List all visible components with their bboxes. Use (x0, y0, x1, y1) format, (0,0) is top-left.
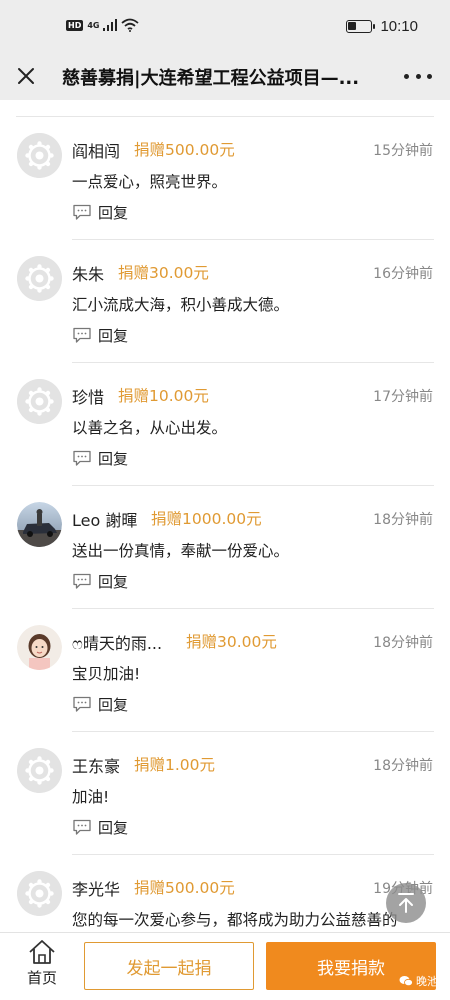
donation-amount: 捐赠30.00元 (186, 633, 277, 651)
comment-icon (73, 819, 91, 835)
donation-entry: 珍惜 捐赠10.00元 17分钟前以善之名，从心出发。回复 (0, 363, 450, 486)
hd-badge: HD (66, 19, 84, 31)
donation-feed[interactable]: 阎相闯 捐赠500.00元 15分钟前 一点爱心，照亮世界。 回复 朱朱 捐赠30.00元 1… (0, 100, 450, 932)
donation-entry: 李光华捐赠500.00元19分钟前您的每一次爱心参与，都将成为助力公益慈善的 (0, 855, 450, 932)
avatar[interactable] (17, 871, 62, 916)
more-dot-icon (404, 73, 409, 79)
more-dot-icon (427, 73, 432, 79)
more-dot-icon (415, 73, 421, 79)
timestamp: 15分钟前 (373, 143, 433, 159)
more-options-button[interactable] (404, 64, 432, 88)
avatar[interactable] (17, 625, 62, 670)
donation-amount: 捐赠30.00元 (118, 264, 209, 282)
donation-amount: 捐赠500.00元 (134, 141, 235, 159)
donor-name: ෆ晴天的雨... (72, 634, 163, 653)
status-bar: HD 4G 10:10 (0, 0, 450, 52)
scroll-to-top-button[interactable] (386, 883, 426, 923)
donation-entry: 王东豪 捐赠1.00元 18分钟前加油! 回复 (0, 732, 450, 855)
reply-button[interactable]: 回复 (72, 325, 128, 346)
bottom-bar: 首页 发起一起捐 我要捐款 晚池 (0, 932, 450, 1000)
timestamp: 17分钟前 (373, 389, 433, 405)
clock: 10:10 (380, 18, 418, 35)
donation-entry: 朱朱 捐赠30.00元 16分钟前汇小流成大海，积小善成大德。回复 (0, 240, 450, 363)
reply-label: 回复 (98, 450, 129, 468)
donation-message: 汇小流成大海，积小善成大德。 (72, 296, 290, 314)
avatar[interactable] (17, 748, 62, 793)
timestamp: 18分钟前 (373, 635, 433, 651)
donation-amount: 捐赠10.00元 (118, 387, 209, 405)
arrow-up-icon (398, 893, 414, 913)
donation-amount: 捐赠1.00元 (134, 756, 216, 774)
donor-name: 李光华 (72, 880, 121, 899)
donor-name: 朱朱 (72, 265, 105, 284)
donation-entry: Leo 謝暉 捐赠1000.00元 18分钟前送出一份真情，奉献一份爱心。回复 (0, 486, 450, 609)
donation-entry: 阎相闯 捐赠500.00元 15分钟前一点爱心，照亮世界。回复 (0, 117, 450, 240)
donor-name: 珍惜 (72, 388, 105, 407)
close-button[interactable] (10, 60, 42, 92)
donation-message: 您的每一次爱心参与，都将成为助力公益慈善的 (72, 911, 398, 929)
timestamp: 18分钟前 (373, 758, 433, 774)
home-icon (29, 940, 55, 964)
donation-message: 送出一份真情，奉献一份爱心。 (72, 542, 290, 560)
reply-label: 回复 (98, 327, 129, 345)
wechat-icon (399, 976, 413, 987)
donor-name: 王东豪 (72, 757, 121, 776)
avatar[interactable] (17, 502, 62, 547)
avatar[interactable] (17, 379, 62, 424)
donor-name: Leo 謝暉 (72, 511, 138, 530)
timestamp: 18分钟前 (373, 512, 433, 528)
comment-icon (73, 204, 91, 220)
reply-label: 回复 (98, 819, 129, 837)
home-label: 首页 (26, 969, 57, 987)
reply-button[interactable]: 回复 (72, 448, 128, 469)
watermark: 晚池 (399, 973, 438, 989)
network-label: 4G (87, 20, 100, 30)
reply-button[interactable]: 回复 (72, 817, 128, 838)
page-title: 慈善募捐|大连希望工程公益项目—... (62, 68, 360, 89)
comment-icon (73, 450, 91, 466)
donation-entry: ෆ晴天的雨... 捐赠30.00元 18分钟前宝贝加油! 回复 (0, 609, 450, 732)
home-tab[interactable]: 首页 (20, 939, 64, 988)
donation-amount: 捐赠500.00元 (134, 879, 235, 897)
comment-icon (73, 573, 91, 589)
comment-icon (73, 327, 91, 343)
donation-message: 宝贝加油! (72, 665, 141, 683)
donation-amount: 捐赠1000.00元 (151, 510, 262, 528)
reply-button[interactable]: 回复 (72, 694, 128, 715)
donation-message: 加油! (72, 788, 110, 806)
reply-label: 回复 (98, 573, 129, 591)
reply-label: 回复 (98, 204, 129, 222)
reply-button[interactable]: 回复 (72, 202, 128, 223)
signal-icon (103, 19, 118, 31)
title-bar: 慈善募捐|大连希望工程公益项目—... (0, 52, 450, 100)
status-indicators: HD 4G (66, 18, 140, 32)
timestamp: 16分钟前 (373, 266, 433, 282)
wifi-icon (121, 18, 140, 32)
avatar[interactable] (17, 256, 62, 301)
start-group-donation-button[interactable]: 发起一起捐 (84, 942, 254, 990)
avatar[interactable] (17, 133, 62, 178)
donor-name: 阎相闯 (72, 142, 121, 161)
status-right: 10:10 (346, 18, 418, 35)
reply-button[interactable]: 回复 (72, 571, 128, 592)
donation-message: 一点爱心，照亮世界。 (72, 173, 228, 191)
reply-label: 回复 (98, 696, 129, 714)
close-icon (18, 68, 34, 84)
watermark-text: 晚池 (416, 975, 438, 988)
comment-icon (73, 696, 91, 712)
battery-icon (346, 20, 376, 33)
donation-message: 以善之名，从心出发。 (72, 419, 228, 437)
